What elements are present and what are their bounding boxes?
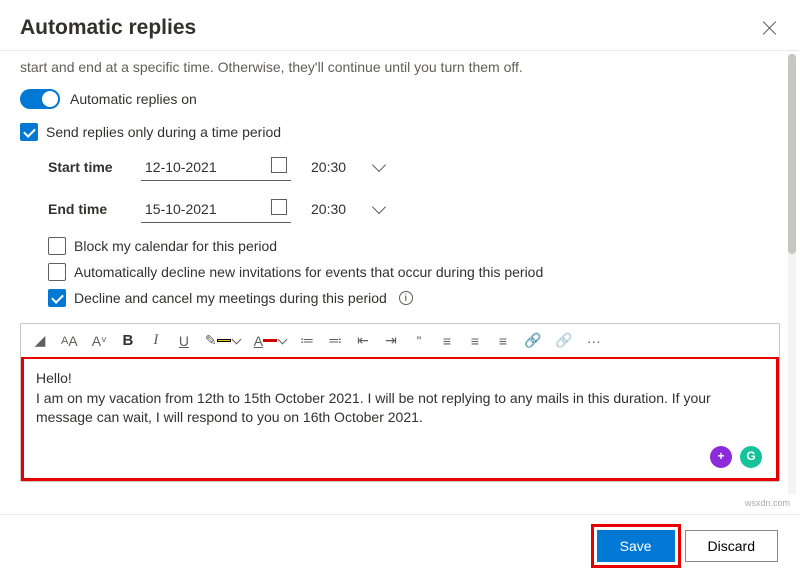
cancel-meetings-label: Decline and cancel my meetings during th… bbox=[74, 290, 387, 306]
scrollbar-thumb[interactable] bbox=[788, 54, 796, 254]
extension-badge-icon[interactable]: + bbox=[710, 446, 732, 468]
cancel-meetings-checkbox[interactable] bbox=[48, 289, 66, 307]
time-period-checkbox[interactable] bbox=[20, 123, 38, 141]
message-editor: ◢ AA A˅ B I U ✎ A ≔ ≕ ⇤ ⇥ ” ≡ ≡ ≡ 🔗 🔗 ··… bbox=[20, 323, 780, 482]
underline-button[interactable]: U bbox=[177, 333, 191, 349]
start-date-value: 12-10-2021 bbox=[145, 159, 217, 175]
numbering-button[interactable]: ≕ bbox=[328, 332, 342, 349]
chevron-down-icon bbox=[372, 158, 386, 172]
save-button[interactable]: Save bbox=[597, 530, 675, 562]
bullets-button[interactable]: ≔ bbox=[300, 332, 314, 349]
description-text: start and end at a specific time. Otherw… bbox=[20, 59, 780, 75]
start-date-input[interactable]: 12-10-2021 bbox=[141, 153, 291, 181]
scrollbar[interactable] bbox=[788, 54, 796, 494]
chevron-down-icon bbox=[372, 200, 386, 214]
calendar-icon[interactable] bbox=[271, 199, 287, 218]
grammarly-icon[interactable]: G bbox=[740, 446, 762, 468]
bold-button[interactable]: B bbox=[121, 332, 135, 349]
block-calendar-checkbox[interactable] bbox=[48, 237, 66, 255]
link-button[interactable]: 🔗 bbox=[524, 332, 541, 349]
outdent-button[interactable]: ⇤ bbox=[356, 332, 370, 349]
align-right-button[interactable]: ≡ bbox=[496, 333, 510, 349]
watermark: wsxdn.com bbox=[745, 498, 790, 508]
auto-replies-toggle[interactable] bbox=[20, 89, 60, 109]
font-color-button[interactable]: A bbox=[254, 333, 286, 349]
time-period-label: Send replies only during a time period bbox=[46, 124, 281, 140]
format-painter-icon[interactable]: ◢ bbox=[33, 332, 47, 349]
message-textarea[interactable]: Hello! I am on my vacation from 12th to … bbox=[21, 357, 779, 481]
editor-toolbar: ◢ AA A˅ B I U ✎ A ≔ ≕ ⇤ ⇥ ” ≡ ≡ ≡ 🔗 🔗 ··… bbox=[21, 324, 779, 357]
indent-button[interactable]: ⇥ bbox=[384, 332, 398, 349]
italic-button[interactable]: I bbox=[149, 332, 163, 349]
more-button[interactable]: ··· bbox=[587, 333, 601, 349]
info-icon[interactable]: i bbox=[399, 291, 413, 305]
end-date-value: 15-10-2021 bbox=[145, 201, 217, 217]
decline-new-checkbox[interactable] bbox=[48, 263, 66, 281]
close-icon[interactable] bbox=[760, 18, 780, 38]
font-size-down-icon[interactable]: A˅ bbox=[92, 333, 107, 349]
discard-button[interactable]: Discard bbox=[685, 530, 778, 562]
page-title: Automatic replies bbox=[20, 16, 196, 40]
start-time-label: Start time bbox=[48, 159, 123, 175]
message-line1: Hello! bbox=[36, 369, 764, 389]
quote-button[interactable]: ” bbox=[412, 333, 426, 349]
decline-new-label: Automatically decline new invitations fo… bbox=[74, 264, 543, 280]
start-time-value: 20:30 bbox=[311, 159, 346, 175]
message-line2: I am on my vacation from 12th to 15th Oc… bbox=[36, 389, 764, 428]
toggle-label: Automatic replies on bbox=[70, 91, 197, 107]
start-time-select[interactable]: 20:30 bbox=[309, 155, 386, 179]
block-calendar-label: Block my calendar for this period bbox=[74, 238, 277, 254]
align-left-button[interactable]: ≡ bbox=[440, 333, 454, 349]
align-center-button[interactable]: ≡ bbox=[468, 333, 482, 349]
font-size-up-icon[interactable]: AA bbox=[61, 333, 78, 349]
highlight-button[interactable]: ✎ bbox=[205, 332, 240, 349]
end-date-input[interactable]: 15-10-2021 bbox=[141, 195, 291, 223]
end-time-select[interactable]: 20:30 bbox=[309, 197, 386, 221]
unlink-button[interactable]: 🔗 bbox=[555, 332, 572, 349]
end-time-label: End time bbox=[48, 201, 123, 217]
end-time-value: 20:30 bbox=[311, 201, 346, 217]
calendar-icon[interactable] bbox=[271, 157, 287, 176]
